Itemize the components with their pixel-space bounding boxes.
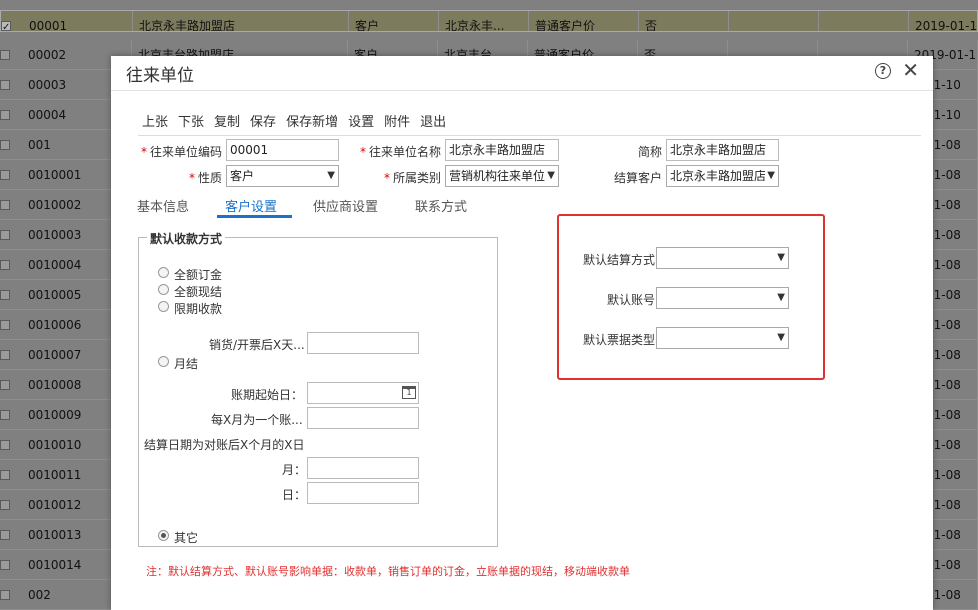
chevron-down-icon: ▼ <box>775 248 785 268</box>
settle-rule-text: 结算日期为对账后X个月的X日 <box>144 438 305 452</box>
close-icon[interactable]: ✕ <box>902 58 919 82</box>
radio-monthly[interactable] <box>158 356 169 367</box>
short-name-label: 简称 <box>637 145 662 159</box>
next-button[interactable]: 下张 <box>178 111 204 130</box>
default-account-select[interactable]: ▼ <box>656 287 789 309</box>
row-checkbox[interactable] <box>0 170 10 180</box>
other-label: 其它 <box>174 531 199 545</box>
radio-full-deposit[interactable] <box>158 267 169 278</box>
settle-customer-select[interactable]: 北京永丰路加盟店 ▼ <box>666 165 779 187</box>
code-label: * 往来单位编码 <box>140 145 222 159</box>
payment-method-legend: 默认收款方式 <box>147 230 226 247</box>
table-cell-price: 普通客户价 <box>529 11 639 31</box>
table-cell-code: 00001 <box>23 11 133 31</box>
row-checkbox[interactable] <box>0 260 10 270</box>
active-tab-indicator <box>217 215 292 218</box>
days-label: 销货/开票后X天... <box>209 338 305 352</box>
row-checkbox[interactable] <box>0 380 10 390</box>
period-start-label: 账期起始日： <box>231 388 304 402</box>
day-label: 日： <box>282 488 307 502</box>
month-label: 月： <box>282 463 307 477</box>
chevron-down-icon: ▼ <box>775 288 785 308</box>
settle-customer-label: 结算客户 <box>613 171 662 185</box>
limited-label: 限期收款 <box>174 302 223 316</box>
prev-button[interactable]: 上张 <box>142 111 168 130</box>
row-checkbox[interactable] <box>0 410 10 420</box>
radio-other[interactable] <box>158 530 169 541</box>
full-cash-label: 全额现结 <box>174 285 223 299</box>
row-checkbox[interactable] <box>0 500 10 510</box>
tab-customer-settings[interactable]: 客户设置 <box>225 196 277 215</box>
row-checkbox[interactable] <box>0 560 10 570</box>
table-cell-region: 北京永丰... <box>439 11 529 31</box>
copy-button[interactable]: 复制 <box>214 111 240 130</box>
table-cell-e1 <box>729 11 819 31</box>
chevron-down-icon: ▼ <box>765 166 775 186</box>
code-input[interactable]: 00001 <box>226 139 339 161</box>
day-input[interactable] <box>307 482 419 504</box>
name-input[interactable]: 北京永丰路加盟店 <box>445 139 559 161</box>
chevron-down-icon: ▼ <box>325 166 335 186</box>
days-input[interactable] <box>307 332 419 354</box>
default-account-label: 默认账号 <box>606 293 655 307</box>
table-cell-name: 北京永丰路加盟店 <box>133 11 349 31</box>
per-x-months-input[interactable] <box>307 407 419 429</box>
chevron-down-icon: ▼ <box>775 328 785 348</box>
row-checkbox[interactable] <box>0 440 10 450</box>
question-circle-icon[interactable]: ? <box>875 63 891 79</box>
row-checkbox[interactable] <box>0 290 10 300</box>
exit-button[interactable]: 退出 <box>420 111 446 130</box>
toolbar-divider <box>138 135 921 136</box>
row-checkbox[interactable] <box>1 18 11 31</box>
settings-button[interactable]: 设置 <box>348 111 374 130</box>
note-text: 注：默认结算方式、默认账号影响单据：收款单，销售订单的订金，立账单据的现结，移动… <box>146 565 630 578</box>
toolbar: 上张 下张 复制 保存 保存新增 设置 附件 退出 <box>142 111 446 130</box>
row-checkbox[interactable] <box>0 470 10 480</box>
default-settle-method-select[interactable]: ▼ <box>656 247 789 269</box>
name-label: * 往来单位名称 <box>359 145 441 159</box>
month-input[interactable] <box>307 457 419 479</box>
partner-dialog: 往来单位 ? ✕ 上张 下张 复制 保存 保存新增 设置 附件 退出 * 往来单位… <box>111 56 933 610</box>
monthly-label: 月结 <box>174 357 199 371</box>
category-select[interactable]: 营销机构往来单位 ▼ <box>445 165 559 187</box>
chevron-down-icon: ▼ <box>545 166 555 186</box>
nature-label: * 性质 <box>188 171 222 185</box>
table-cell-type: 客户 <box>349 11 439 31</box>
row-checkbox[interactable] <box>0 80 10 90</box>
per-x-months-label: 每X月为一个账... <box>211 413 303 427</box>
table-cell-e2 <box>819 11 909 31</box>
row-checkbox[interactable] <box>0 200 10 210</box>
tab-supplier-settings[interactable]: 供应商设置 <box>313 196 378 215</box>
title-divider <box>111 90 933 91</box>
row-checkbox[interactable] <box>0 530 10 540</box>
default-bill-type-label: 默认票据类型 <box>582 333 655 347</box>
save-button[interactable]: 保存 <box>250 111 276 130</box>
full-deposit-label: 全额订金 <box>174 268 223 282</box>
default-settle-method-label: 默认结算方式 <box>582 253 655 267</box>
row-checkbox[interactable] <box>0 50 10 60</box>
row-checkbox[interactable] <box>0 110 10 120</box>
calendar-icon[interactable]: 1 <box>402 386 416 399</box>
row-checkbox[interactable] <box>0 590 10 600</box>
table-cell-flag: 否 <box>639 11 729 31</box>
table-cell-date: 2019-01-10 <box>909 11 977 31</box>
tab-basic-info[interactable]: 基本信息 <box>137 196 189 215</box>
save-new-button[interactable]: 保存新增 <box>286 111 338 130</box>
row-checkbox[interactable] <box>0 320 10 330</box>
row-checkbox[interactable] <box>0 350 10 360</box>
tab-contact[interactable]: 联系方式 <box>415 196 467 215</box>
short-name-input[interactable]: 北京永丰路加盟店 <box>666 139 779 161</box>
row-checkbox[interactable] <box>0 140 10 150</box>
attachment-button[interactable]: 附件 <box>384 111 410 130</box>
dialog-title: 往来单位 <box>126 66 194 86</box>
nature-select[interactable]: 客户 ▼ <box>226 165 339 187</box>
radio-full-cash[interactable] <box>158 284 169 295</box>
default-bill-type-select[interactable]: ▼ <box>656 327 789 349</box>
table-row[interactable]: 00001北京永丰路加盟店客户北京永丰...普通客户价否 2019-01-10 <box>0 10 978 32</box>
category-label: * 所属类别 <box>383 171 441 185</box>
row-checkbox[interactable] <box>0 230 10 240</box>
radio-limited[interactable] <box>158 301 169 312</box>
